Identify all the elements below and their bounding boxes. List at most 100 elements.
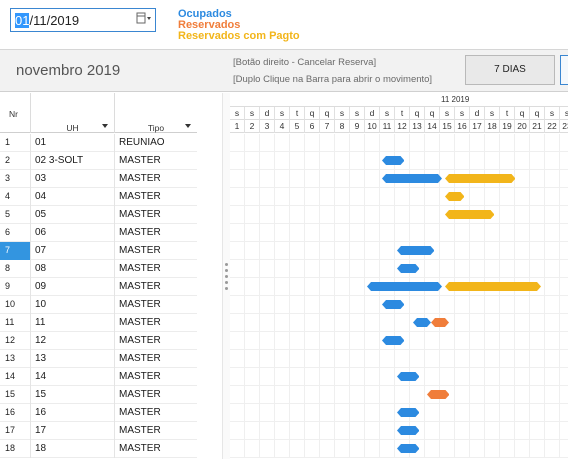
timeline-cell[interactable] (530, 242, 545, 260)
timeline-cell[interactable] (290, 188, 305, 206)
timeline-cell[interactable] (290, 152, 305, 170)
timeline-cell[interactable] (365, 314, 380, 332)
timeline-cell[interactable] (380, 368, 395, 386)
timeline-cell[interactable] (275, 260, 290, 278)
timeline-cell[interactable] (545, 368, 560, 386)
timeline-cell[interactable] (335, 314, 350, 332)
timeline-cell[interactable] (515, 332, 530, 350)
timeline-cell[interactable] (275, 332, 290, 350)
timeline-cell[interactable] (365, 296, 380, 314)
timeline-cell[interactable] (350, 350, 365, 368)
timeline-cell[interactable] (560, 278, 568, 296)
timeline-cell[interactable] (455, 350, 470, 368)
timeline-cell[interactable] (470, 188, 485, 206)
timeline-cell[interactable] (305, 386, 320, 404)
timeline-cell[interactable] (305, 134, 320, 152)
timeline-cell[interactable] (515, 296, 530, 314)
timeline-cell[interactable] (530, 314, 545, 332)
timeline-cell[interactable] (305, 314, 320, 332)
next-view-button[interactable] (560, 55, 568, 85)
table-row[interactable]: 15 15 MASTER (0, 386, 197, 404)
timeline-cell[interactable] (335, 134, 350, 152)
timeline-cell[interactable] (275, 206, 290, 224)
timeline-cell[interactable] (230, 152, 245, 170)
timeline-cell[interactable] (350, 134, 365, 152)
timeline-cell[interactable] (290, 350, 305, 368)
timeline-cell[interactable] (320, 332, 335, 350)
timeline-cell[interactable] (560, 296, 568, 314)
timeline-cell[interactable] (365, 206, 380, 224)
timeline-cell[interactable] (440, 368, 455, 386)
timeline-cell[interactable] (275, 386, 290, 404)
timeline-cell[interactable] (410, 206, 425, 224)
timeline-cell[interactable] (485, 404, 500, 422)
table-row[interactable]: 9 09 MASTER (0, 278, 197, 296)
timeline-cell[interactable] (230, 134, 245, 152)
timeline-cell[interactable] (500, 152, 515, 170)
timeline-cell[interactable] (305, 260, 320, 278)
timeline-cell[interactable] (335, 224, 350, 242)
timeline-cell[interactable] (320, 260, 335, 278)
timeline-cell[interactable] (515, 152, 530, 170)
timeline-cell[interactable] (245, 224, 260, 242)
timeline-cell[interactable] (380, 404, 395, 422)
timeline-cell[interactable] (305, 350, 320, 368)
table-row[interactable]: 1 01 REUNIAO (0, 134, 197, 152)
timeline-cell[interactable] (350, 278, 365, 296)
timeline-cell[interactable] (320, 242, 335, 260)
timeline-cell[interactable] (365, 386, 380, 404)
timeline-cell[interactable] (230, 314, 245, 332)
timeline-cell[interactable] (425, 350, 440, 368)
table-row[interactable]: 13 13 MASTER (0, 350, 197, 368)
timeline-cell[interactable] (455, 224, 470, 242)
timeline-cell[interactable] (260, 152, 275, 170)
timeline-cell[interactable] (410, 386, 425, 404)
timeline-cell[interactable] (365, 188, 380, 206)
timeline-cell[interactable] (440, 134, 455, 152)
timeline-cell[interactable] (260, 296, 275, 314)
timeline-cell[interactable] (395, 188, 410, 206)
timeline-cell[interactable] (305, 422, 320, 440)
timeline-cell[interactable] (485, 350, 500, 368)
timeline-cell[interactable] (425, 368, 440, 386)
timeline-cell[interactable] (455, 404, 470, 422)
timeline-cell[interactable] (245, 386, 260, 404)
timeline-cell[interactable] (275, 278, 290, 296)
timeline-cell[interactable] (455, 422, 470, 440)
timeline-cell[interactable] (230, 368, 245, 386)
timeline-cell[interactable] (335, 332, 350, 350)
timeline-cell[interactable] (275, 188, 290, 206)
timeline-cell[interactable] (545, 440, 560, 458)
timeline-cell[interactable] (425, 332, 440, 350)
timeline-cell[interactable] (335, 422, 350, 440)
timeline-cell[interactable] (530, 440, 545, 458)
timeline-cell[interactable] (245, 260, 260, 278)
timeline-cell[interactable] (290, 260, 305, 278)
timeline-cell[interactable] (305, 332, 320, 350)
timeline-cell[interactable] (545, 332, 560, 350)
timeline-cell[interactable] (380, 422, 395, 440)
timeline-cell[interactable] (350, 314, 365, 332)
timeline-cell[interactable] (455, 242, 470, 260)
reservation-bar-ocupados[interactable] (381, 156, 404, 165)
timeline-cell[interactable] (470, 242, 485, 260)
timeline-cell[interactable] (290, 386, 305, 404)
timeline-cell[interactable] (305, 170, 320, 188)
timeline-cell[interactable] (365, 170, 380, 188)
timeline-cell[interactable] (335, 350, 350, 368)
timeline-cell[interactable] (530, 422, 545, 440)
timeline-cell[interactable] (335, 242, 350, 260)
timeline-cell[interactable] (275, 296, 290, 314)
timeline-cell[interactable] (425, 206, 440, 224)
timeline-cell[interactable] (290, 296, 305, 314)
timeline-cell[interactable] (230, 278, 245, 296)
timeline-cell[interactable] (230, 440, 245, 458)
timeline-cell[interactable] (425, 296, 440, 314)
timeline-cell[interactable] (560, 188, 568, 206)
timeline-cell[interactable] (320, 368, 335, 386)
timeline-cell[interactable] (455, 152, 470, 170)
timeline-cell[interactable] (365, 350, 380, 368)
timeline-cell[interactable] (455, 332, 470, 350)
timeline-cell[interactable] (395, 206, 410, 224)
timeline-cell[interactable] (305, 296, 320, 314)
